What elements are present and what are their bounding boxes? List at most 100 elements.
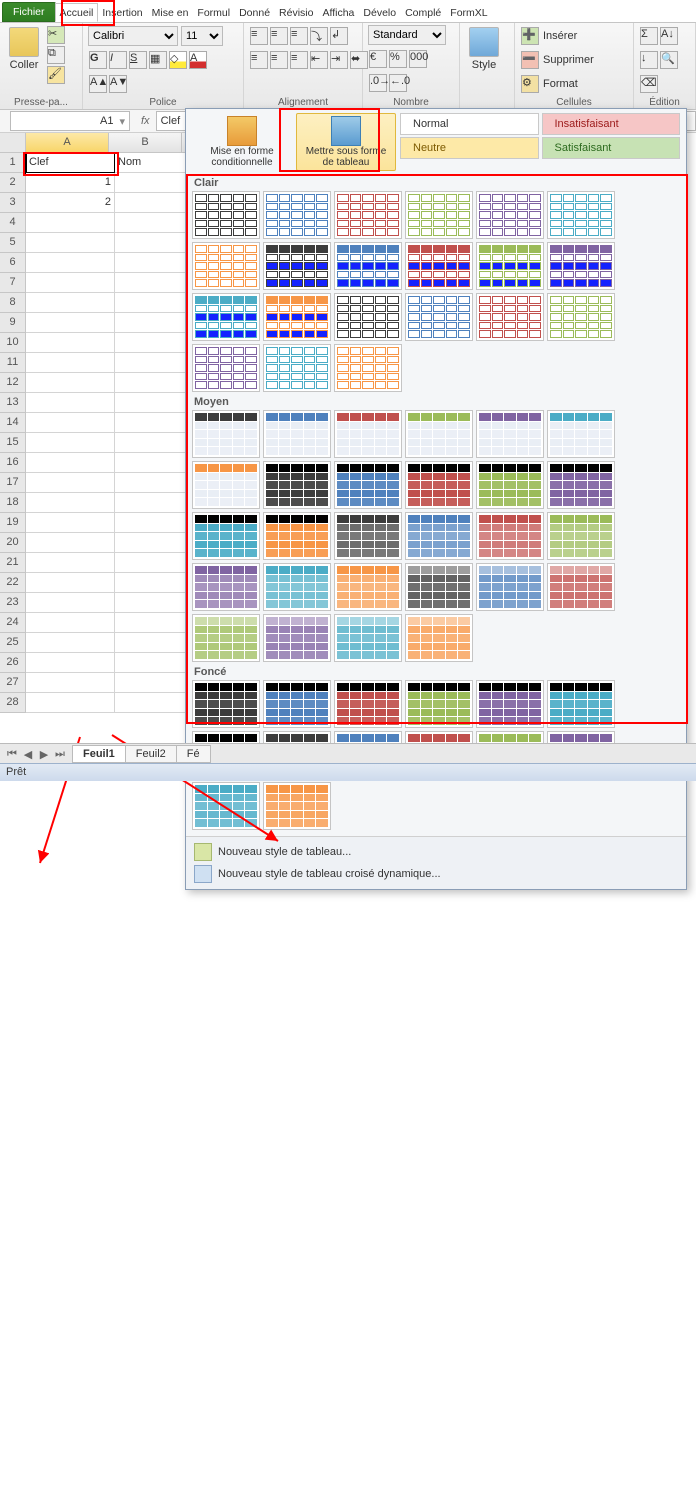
fill-icon[interactable]: ↓ <box>640 51 658 69</box>
name-box[interactable]: A1 ▾ <box>10 111 130 131</box>
cell-style-neutre[interactable]: Neutre <box>400 137 539 159</box>
row-header-20[interactable]: 20 <box>0 533 26 553</box>
sheet-tab-1[interactable]: Feuil1 <box>72 745 126 763</box>
cell-B10[interactable] <box>115 333 194 353</box>
row-header-9[interactable]: 9 <box>0 313 26 333</box>
table-style-swatch[interactable] <box>547 461 615 509</box>
table-style-swatch[interactable] <box>263 410 331 458</box>
table-style-swatch[interactable] <box>263 344 331 392</box>
cell-B26[interactable] <box>115 653 194 673</box>
row-header-13[interactable]: 13 <box>0 393 26 413</box>
table-style-swatch[interactable] <box>405 410 473 458</box>
cell-A2[interactable]: 1 <box>26 173 115 193</box>
table-style-swatch[interactable] <box>547 293 615 341</box>
sheet-nav-last-icon[interactable]: ⏭ <box>52 748 68 761</box>
new-pivot-style[interactable]: Nouveau style de tableau croisé dynamiqu… <box>194 863 678 885</box>
table-style-swatch[interactable] <box>263 563 331 611</box>
row-header-5[interactable]: 5 <box>0 233 26 253</box>
cell-A16[interactable] <box>26 453 115 473</box>
table-style-swatch[interactable] <box>334 512 402 560</box>
align-middle-icon[interactable]: ≡ <box>270 27 288 45</box>
tab-review[interactable]: Révisio <box>274 3 318 22</box>
table-style-swatch[interactable] <box>263 512 331 560</box>
row-header-3[interactable]: 3 <box>0 193 26 213</box>
table-style-swatch[interactable] <box>334 191 402 239</box>
align-left-icon[interactable]: ≡ <box>250 51 268 69</box>
table-style-swatch[interactable] <box>192 782 260 830</box>
cell-B23[interactable] <box>115 593 194 613</box>
cell-A21[interactable] <box>26 553 115 573</box>
table-style-swatch[interactable] <box>476 191 544 239</box>
row-header-7[interactable]: 7 <box>0 273 26 293</box>
table-style-swatch[interactable] <box>547 680 615 728</box>
cell-A17[interactable] <box>26 473 115 493</box>
comma-icon[interactable]: 000 <box>409 50 427 68</box>
cell-A11[interactable] <box>26 353 115 373</box>
row-header-27[interactable]: 27 <box>0 673 26 693</box>
row-header-2[interactable]: 2 <box>0 173 26 193</box>
font-size-combo[interactable]: 11 <box>181 26 223 46</box>
cell-A19[interactable] <box>26 513 115 533</box>
row-header-8[interactable]: 8 <box>0 293 26 313</box>
sheet-nav-next-icon[interactable]: ▶ <box>36 748 52 761</box>
delete-cells-label[interactable]: Supprimer <box>543 54 594 66</box>
table-style-swatch[interactable] <box>405 680 473 728</box>
cell-B22[interactable] <box>115 573 194 593</box>
cell-B19[interactable] <box>115 513 194 533</box>
align-center-icon[interactable]: ≡ <box>270 51 288 69</box>
table-style-swatch[interactable] <box>192 293 260 341</box>
cell-A26[interactable] <box>26 653 115 673</box>
table-style-swatch[interactable] <box>192 191 260 239</box>
row-header-21[interactable]: 21 <box>0 553 26 573</box>
table-style-swatch[interactable] <box>263 680 331 728</box>
tab-data[interactable]: Donné <box>234 3 275 22</box>
table-style-swatch[interactable] <box>334 461 402 509</box>
cell-B7[interactable] <box>115 273 194 293</box>
table-style-swatch[interactable] <box>405 563 473 611</box>
cell-A12[interactable] <box>26 373 115 393</box>
cell-A7[interactable] <box>26 273 115 293</box>
tab-addins[interactable]: Complé <box>400 3 446 22</box>
table-style-swatch[interactable] <box>192 680 260 728</box>
row-header-28[interactable]: 28 <box>0 693 26 713</box>
row-header-1[interactable]: 1 <box>0 153 26 173</box>
grow-font-icon[interactable]: A▲ <box>89 75 107 93</box>
cell-A23[interactable] <box>26 593 115 613</box>
underline-icon[interactable]: S <box>129 51 147 69</box>
paste-button[interactable]: Coller <box>5 25 43 73</box>
table-style-swatch[interactable] <box>405 614 473 662</box>
row-header-26[interactable]: 26 <box>0 653 26 673</box>
cell-A13[interactable] <box>26 393 115 413</box>
cell-B12[interactable] <box>115 373 194 393</box>
cell-B28[interactable] <box>115 693 194 713</box>
row-header-12[interactable]: 12 <box>0 373 26 393</box>
cell-B11[interactable] <box>115 353 194 373</box>
cell-B6[interactable] <box>115 253 194 273</box>
row-header-11[interactable]: 11 <box>0 353 26 373</box>
cell-B4[interactable] <box>115 213 194 233</box>
table-style-swatch[interactable] <box>476 563 544 611</box>
cell-A24[interactable] <box>26 613 115 633</box>
find-icon[interactable]: 🔍 <box>660 51 678 69</box>
fill-color-icon[interactable]: ◇ <box>169 51 187 69</box>
tab-insert[interactable]: Insertion <box>97 3 147 22</box>
row-header-22[interactable]: 22 <box>0 573 26 593</box>
cell-A25[interactable] <box>26 633 115 653</box>
tab-home[interactable]: Accueil <box>55 3 99 22</box>
cell-B14[interactable] <box>115 413 194 433</box>
cell-B3[interactable] <box>115 193 194 213</box>
table-style-swatch[interactable] <box>334 563 402 611</box>
row-header-14[interactable]: 14 <box>0 413 26 433</box>
cell-A8[interactable] <box>26 293 115 313</box>
table-style-swatch[interactable] <box>263 461 331 509</box>
table-style-swatch[interactable] <box>334 410 402 458</box>
bold-icon[interactable]: G <box>89 51 107 69</box>
table-style-swatch[interactable] <box>476 512 544 560</box>
table-style-swatch[interactable] <box>192 242 260 290</box>
cell-A6[interactable] <box>26 253 115 273</box>
cell-B25[interactable] <box>115 633 194 653</box>
increase-decimal-icon[interactable]: .0→ <box>369 74 387 92</box>
cell-A15[interactable] <box>26 433 115 453</box>
cell-A4[interactable] <box>26 213 115 233</box>
row-header-16[interactable]: 16 <box>0 453 26 473</box>
